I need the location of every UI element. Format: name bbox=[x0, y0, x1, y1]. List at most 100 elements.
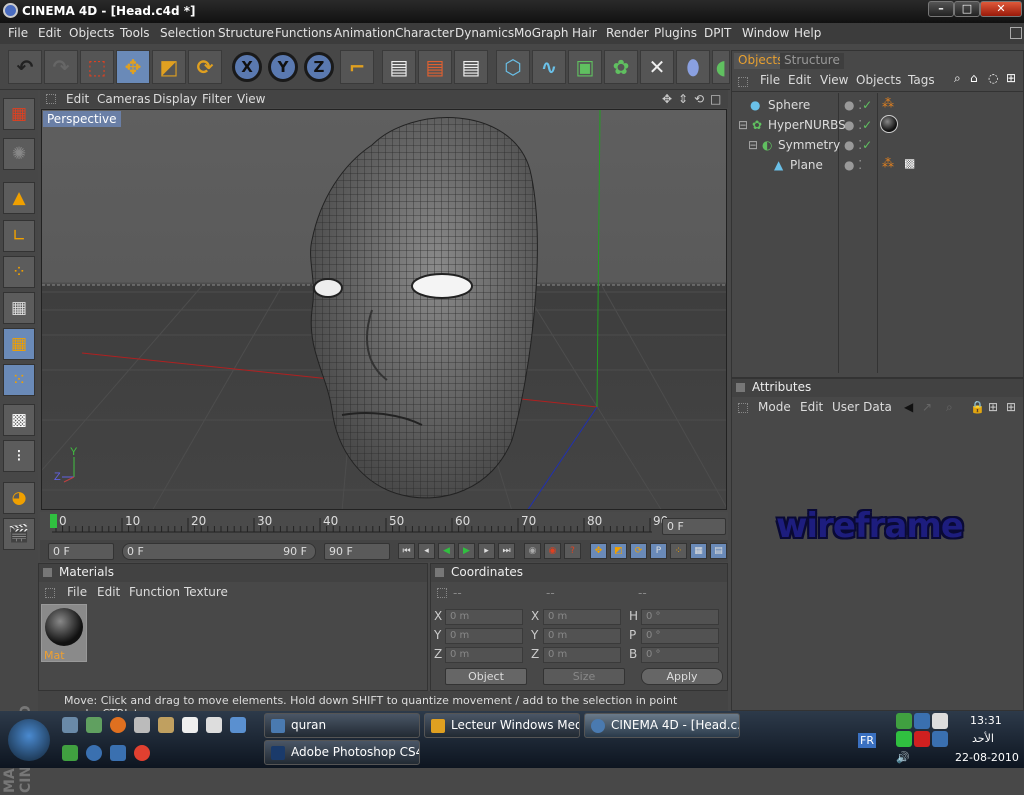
go-to-end-icon[interactable]: ⏭ bbox=[498, 543, 515, 559]
tray-icon[interactable] bbox=[932, 731, 948, 747]
z-axis-lock-button[interactable]: Z bbox=[304, 52, 334, 82]
viewport-menu-display[interactable]: Display bbox=[153, 92, 197, 106]
scene-object-icon[interactable]: ⬮ bbox=[676, 50, 710, 84]
menu-dynamics[interactable]: Dynamics bbox=[455, 26, 514, 40]
menu-tools[interactable]: Tools bbox=[120, 26, 150, 40]
quicklaunch-icon[interactable] bbox=[110, 745, 126, 761]
next-key-icon[interactable]: ▸ bbox=[478, 543, 495, 559]
visibility-dots[interactable]: ● ⁚✓ bbox=[844, 118, 872, 132]
key-rotation-icon[interactable]: ⟳ bbox=[630, 543, 647, 559]
visibility-dots[interactable]: ● ⁚ bbox=[844, 158, 862, 172]
material-tag-icon[interactable] bbox=[880, 115, 898, 133]
render-view-icon[interactable]: ▤ bbox=[382, 50, 416, 84]
menu-hair[interactable]: Hair bbox=[572, 26, 597, 40]
head-wireframe[interactable] bbox=[310, 117, 538, 499]
menu-selection[interactable]: Selection bbox=[160, 26, 215, 40]
back-arrow-icon[interactable]: ◀ bbox=[904, 400, 913, 414]
object-axis-icon[interactable]: ∟ bbox=[3, 220, 35, 252]
points-mode-icon[interactable]: ⁘ bbox=[3, 256, 35, 288]
keyframe-selection-icon[interactable]: ? bbox=[564, 543, 581, 559]
maximize-button[interactable]: □ bbox=[954, 1, 980, 17]
quicklaunch-icon[interactable] bbox=[86, 717, 102, 733]
show-desktop-icon[interactable] bbox=[62, 717, 78, 733]
rotate-tool-icon[interactable]: ⟳ bbox=[188, 50, 222, 84]
current-frame-field[interactable]: 0 F bbox=[662, 518, 726, 535]
eye-icon[interactable]: ◌ bbox=[988, 71, 998, 85]
visibility-dots[interactable]: ● ⁚✓ bbox=[844, 98, 872, 112]
attributes-menu-edit[interactable]: Edit bbox=[800, 400, 823, 414]
menu-dpit[interactable]: DPIT bbox=[704, 26, 731, 40]
make-editable-icon[interactable]: ▲ bbox=[3, 182, 35, 214]
materials-menu-function[interactable]: Function bbox=[129, 585, 180, 599]
rot-p-field[interactable]: 0 ° bbox=[641, 628, 719, 644]
size-x-field[interactable]: 0 m bbox=[543, 609, 621, 625]
timeline-ruler[interactable]: 0 10 20 30 40 50 60 70 80 90 0 F bbox=[40, 512, 728, 540]
animation-mode-icon[interactable]: ◕ bbox=[3, 482, 35, 514]
coordinate-mode-dropdown[interactable]: Object bbox=[445, 668, 527, 685]
taskbar-task-quran[interactable]: quran bbox=[264, 713, 420, 738]
quicklaunch-icon[interactable] bbox=[134, 717, 150, 733]
end-frame-field[interactable]: 90 F bbox=[324, 543, 390, 560]
new-window-icon[interactable]: ⊞ bbox=[1006, 400, 1016, 414]
render-picture-viewer-icon[interactable]: ▤ bbox=[454, 50, 488, 84]
menu-functions[interactable]: Functions bbox=[275, 26, 332, 40]
menu-render[interactable]: Render bbox=[606, 26, 649, 40]
cube-primitive-icon[interactable]: ⬡ bbox=[496, 50, 530, 84]
taskbar-task-media-player[interactable]: Lecteur Windows Media bbox=[424, 713, 580, 738]
taskbar-task-photoshop[interactable]: Adobe Photoshop CS4... bbox=[264, 740, 420, 765]
pos-z-field[interactable]: 0 m bbox=[445, 647, 523, 663]
objects-menu-view[interactable]: View bbox=[820, 73, 848, 87]
scheme-icon[interactable]: ▤ bbox=[710, 543, 727, 559]
apply-button[interactable]: Apply bbox=[641, 668, 723, 685]
viewport-menu-edit[interactable]: Edit bbox=[66, 92, 89, 106]
spline-icon[interactable]: ∿ bbox=[532, 50, 566, 84]
menu-help[interactable]: Help bbox=[794, 26, 821, 40]
quicklaunch-icon[interactable] bbox=[230, 717, 246, 733]
firefox-icon[interactable] bbox=[110, 717, 126, 733]
objects-menu-tags[interactable]: Tags bbox=[908, 73, 935, 87]
menu-file[interactable]: File bbox=[8, 26, 28, 40]
language-indicator[interactable]: FR bbox=[858, 733, 876, 748]
menu-edit[interactable]: Edit bbox=[38, 26, 61, 40]
record-key-icon[interactable]: ◉ bbox=[524, 543, 541, 559]
range-slider[interactable]: 0 F 90 F bbox=[122, 543, 316, 560]
materials-menu-texture[interactable]: Texture bbox=[184, 585, 228, 599]
coordinate-system-icon[interactable]: ⌐ bbox=[340, 50, 374, 84]
viewport-rotate-icon[interactable]: ⟲ bbox=[694, 92, 704, 106]
start-button[interactable] bbox=[8, 719, 50, 761]
search-icon[interactable]: ⌕ bbox=[954, 71, 961, 86]
start-frame-field[interactable]: 0 F bbox=[48, 543, 114, 560]
tab-structure[interactable]: Structure bbox=[780, 53, 844, 69]
pos-x-field[interactable]: 0 m bbox=[445, 609, 523, 625]
menu-structure[interactable]: Structure bbox=[218, 26, 274, 40]
viewport-menu-view[interactable]: View bbox=[237, 92, 265, 106]
object-symmetry[interactable]: Symmetry bbox=[778, 138, 840, 152]
x-axis-lock-button[interactable]: X bbox=[232, 52, 262, 82]
grid-icon[interactable]: ⊞ bbox=[988, 400, 998, 414]
objects-menu-objects[interactable]: Objects bbox=[856, 73, 901, 87]
object-hypernurbs[interactable]: HyperNURBS bbox=[768, 118, 846, 132]
objects-menu-file[interactable]: File bbox=[760, 73, 780, 87]
size-mode-dropdown[interactable]: Size bbox=[543, 668, 625, 685]
model-mode-icon[interactable]: ⁙ bbox=[3, 364, 35, 396]
quicklaunch-icon[interactable] bbox=[86, 745, 102, 761]
menu-objects[interactable]: Objects bbox=[69, 26, 114, 40]
phong-tag-icon[interactable]: ⁂ bbox=[882, 96, 894, 110]
tray-icon[interactable] bbox=[896, 713, 912, 729]
layout-switch-icon[interactable]: ▦ bbox=[3, 98, 35, 130]
play-forward-icon[interactable]: ▶ bbox=[458, 543, 475, 559]
key-parameter-icon[interactable]: P bbox=[650, 543, 667, 559]
timeline-window-icon[interactable]: ▦ bbox=[690, 543, 707, 559]
tray-play-icon[interactable] bbox=[896, 731, 912, 747]
phong-tag-icon[interactable]: ⁂ bbox=[882, 156, 894, 170]
clapboard-icon[interactable]: 🎬 bbox=[3, 518, 35, 550]
materials-menu-file[interactable]: File bbox=[67, 585, 87, 599]
key-scale-icon[interactable]: ◩ bbox=[610, 543, 627, 559]
workplane-icon[interactable]: ⁝ bbox=[3, 440, 35, 472]
texture-mode-icon[interactable]: ▩ bbox=[3, 404, 35, 436]
edges-mode-icon[interactable]: ▦ bbox=[3, 292, 35, 324]
undo-icon[interactable]: ↶ bbox=[8, 50, 42, 84]
up-arrow-icon[interactable]: ↗ bbox=[922, 400, 932, 414]
material-swatch[interactable]: Mat bbox=[41, 604, 87, 662]
redo-icon[interactable]: ↷ bbox=[44, 50, 78, 84]
